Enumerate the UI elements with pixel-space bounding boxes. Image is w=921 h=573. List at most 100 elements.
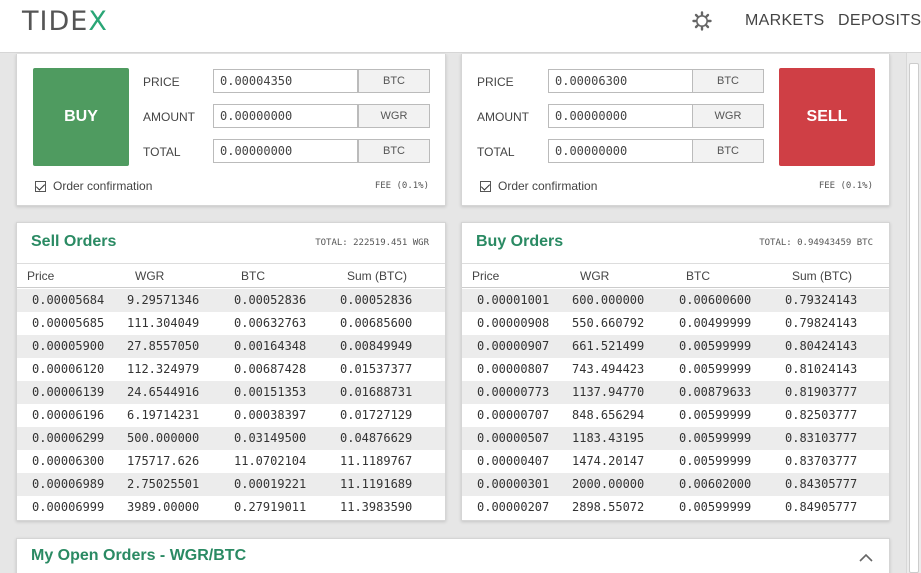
sell-order-confirmation[interactable]: Order confirmation [480, 179, 597, 193]
sell-orders-rows: 0.00005684 9.29571346 0.00052836 0.00052836… [17, 289, 445, 519]
scrollbar-thumb[interactable] [909, 63, 919, 573]
nav-deposits[interactable]: DEPOSITS AND [838, 12, 921, 30]
checkbox-icon[interactable] [35, 180, 46, 192]
sell-orders-panel: Sell Orders TOTAL: 222519.451 WGR Price … [16, 222, 446, 521]
cell-price[interactable]: 0.00000207 [477, 500, 549, 514]
cell-btc: 0.00599999 [679, 408, 752, 422]
buy-price-label: PRICE [143, 75, 180, 89]
cell-price[interactable]: 0.00000907 [477, 339, 549, 353]
cell-btc: 0.00599999 [679, 362, 752, 376]
cell-price[interactable]: 0.00000807 [477, 362, 549, 376]
cell-sum-btc: 0.00685600 [340, 316, 413, 330]
cell-price[interactable]: 0.00006299 [32, 431, 104, 445]
cell-price[interactable]: 0.00000707 [477, 408, 549, 422]
buy-amount-unit: WGR [358, 104, 430, 128]
cell-btc: 0.00599999 [679, 339, 752, 353]
cell-price[interactable]: 0.00006300 [32, 454, 104, 468]
chevron-up-icon[interactable] [859, 551, 873, 565]
table-row[interactable]: 0.00000507 1183.43195 0.00599999 0.83103777 [462, 427, 889, 450]
table-row[interactable]: 0.00000407 1474.20147 0.00599999 0.83703777 [462, 450, 889, 473]
table-row[interactable]: 0.00006196 6.19714231 0.00038397 0.01727129 [17, 404, 445, 427]
buy-total-input[interactable]: 0.00000000 [213, 139, 358, 163]
tidex-logo[interactable]: TIDEX [22, 6, 108, 37]
table-row[interactable]: 0.00001001 600.000000 0.00600600 0.79324143 [462, 289, 889, 312]
cell-price[interactable]: 0.00005685 [32, 316, 104, 330]
cell-btc: 0.03149500 [234, 431, 307, 445]
buy-button[interactable]: BUY [33, 68, 129, 166]
table-row[interactable]: 0.00006139 24.6544916 0.00151353 0.01688731 [17, 381, 445, 404]
col-wgr[interactable]: WGR [580, 269, 609, 283]
table-row[interactable]: 0.00006300 175717.626 11.0702104 11.1189767 [17, 450, 445, 473]
table-row[interactable]: 0.00006120 112.324979 0.00687428 0.01537377 [17, 358, 445, 381]
table-row[interactable]: 0.00006299 500.000000 0.03149500 0.04876629 [17, 427, 445, 450]
table-row[interactable]: 0.00000908 550.660792 0.00499999 0.79824143 [462, 312, 889, 335]
sell-total-unit: BTC [692, 139, 764, 163]
buy-total-label: TOTAL [143, 145, 181, 159]
cell-price[interactable]: 0.00000507 [477, 431, 549, 445]
buy-amount-input[interactable]: 0.00000000 [213, 104, 358, 128]
sell-amount-input[interactable]: 0.00000000 [548, 104, 693, 128]
cell-price[interactable]: 0.00000908 [477, 316, 549, 330]
cell-price[interactable]: 0.00001001 [477, 293, 549, 307]
checkbox-icon[interactable] [480, 180, 491, 192]
cell-price[interactable]: 0.00006139 [32, 385, 104, 399]
table-row[interactable]: 0.00000773 1137.94770 0.00879633 0.81903777 [462, 381, 889, 404]
cell-price[interactable]: 0.00006120 [32, 362, 104, 376]
cell-sum-btc: 11.3983590 [340, 500, 413, 514]
sell-price-input[interactable]: 0.00006300 [548, 69, 693, 93]
table-row[interactable]: 0.00006989 2.75025501 0.00019221 11.1191689 [17, 473, 445, 496]
table-row[interactable]: 0.00000907 661.521499 0.00599999 0.80424143 [462, 335, 889, 358]
cell-price[interactable]: 0.00000407 [477, 454, 549, 468]
cell-btc: 0.27919011 [234, 500, 307, 514]
cell-wgr: 1474.20147 [572, 454, 645, 468]
cell-wgr: 1183.43195 [572, 431, 645, 445]
table-row[interactable]: 0.00000807 743.494423 0.00599999 0.81024143 [462, 358, 889, 381]
table-row[interactable]: 0.00005684 9.29571346 0.00052836 0.00052836 [17, 289, 445, 312]
cell-sum-btc: 0.00849949 [340, 339, 413, 353]
sell-form-panel: PRICE 0.00006300 BTC AMOUNT 0.00000000 W… [461, 54, 890, 206]
gear-icon[interactable] [692, 11, 712, 31]
cell-btc: 0.00038397 [234, 408, 307, 422]
sell-orders-header: Price WGR BTC Sum (BTC) [17, 263, 445, 288]
cell-btc: 0.00599999 [679, 454, 752, 468]
table-row[interactable]: 0.00005685 111.304049 0.00632763 0.00685600 [17, 312, 445, 335]
cell-wgr: 661.521499 [572, 339, 645, 353]
cell-price[interactable]: 0.00006989 [32, 477, 104, 491]
cell-btc: 0.00599999 [679, 431, 752, 445]
cell-btc: 11.0702104 [234, 454, 307, 468]
col-sum-btc[interactable]: Sum (BTC) [792, 269, 852, 283]
table-row[interactable]: 0.00000707 848.656294 0.00599999 0.82503777 [462, 404, 889, 427]
cell-sum-btc: 11.1191689 [340, 477, 413, 491]
nav-markets[interactable]: MARKETS [745, 12, 824, 30]
table-row[interactable]: 0.00006999 3989.00000 0.27919011 11.3983590 [17, 496, 445, 519]
sell-price-unit: BTC [692, 69, 764, 93]
logo-x: X [88, 6, 108, 37]
sell-price-label: PRICE [477, 75, 514, 89]
col-btc[interactable]: BTC [241, 269, 265, 283]
col-sum-btc[interactable]: Sum (BTC) [347, 269, 407, 283]
cell-price[interactable]: 0.00006999 [32, 500, 104, 514]
cell-wgr: 848.656294 [572, 408, 645, 422]
cell-price[interactable]: 0.00006196 [32, 408, 104, 422]
table-row[interactable]: 0.00000301 2000.00000 0.00602000 0.84305777 [462, 473, 889, 496]
cell-price[interactable]: 0.00000301 [477, 477, 549, 491]
buy-price-input[interactable]: 0.00004350 [213, 69, 358, 93]
sell-total-input[interactable]: 0.00000000 [548, 139, 693, 163]
col-wgr[interactable]: WGR [135, 269, 164, 283]
cell-wgr: 1137.94770 [572, 385, 645, 399]
sell-button[interactable]: SELL [779, 68, 875, 166]
cell-price[interactable]: 0.00000773 [477, 385, 549, 399]
cell-price[interactable]: 0.00005684 [32, 293, 104, 307]
cell-sum-btc: 0.00052836 [340, 293, 413, 307]
table-row[interactable]: 0.00005900 27.8557050 0.00164348 0.00849949 [17, 335, 445, 358]
cell-sum-btc: 0.83103777 [785, 431, 858, 445]
col-price[interactable]: Price [27, 269, 54, 283]
col-btc[interactable]: BTC [686, 269, 710, 283]
table-row[interactable]: 0.00000207 2898.55072 0.00599999 0.84905777 [462, 496, 889, 519]
cell-price[interactable]: 0.00005900 [32, 339, 104, 353]
buy-order-confirmation[interactable]: Order confirmation [35, 179, 152, 193]
buy-amount-label: AMOUNT [143, 110, 195, 124]
logo-text: TIDE [22, 6, 89, 37]
col-price[interactable]: Price [472, 269, 499, 283]
top-navbar: TIDEX MARKETS DEPOSITS AND [0, 0, 921, 53]
